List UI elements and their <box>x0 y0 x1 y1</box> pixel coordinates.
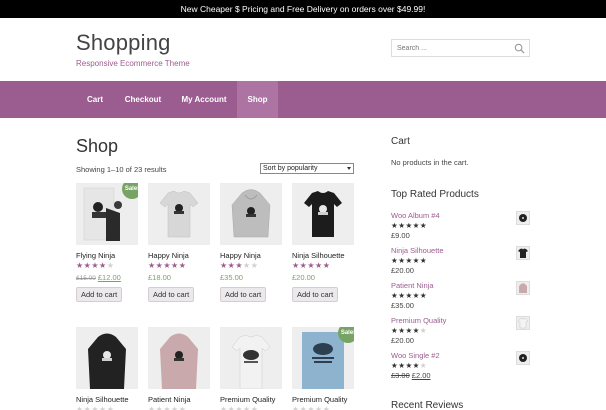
top-rated-item[interactable]: Patient Ninja ★★★★★ £35.00 <box>391 281 530 311</box>
star-rating: ★★★★★ <box>220 261 259 270</box>
search-box[interactable] <box>391 39 530 57</box>
star-rating: ★★★★★ <box>292 261 331 270</box>
product-card[interactable]: Premium Quality ★★★★★ <box>220 327 282 410</box>
tshirt-image <box>304 191 342 237</box>
result-count: Showing 1–10 of 23 results <box>76 165 167 174</box>
top-rated-item[interactable]: Woo Single #2 ★★★★★ £3.00 £2.00 <box>391 351 530 381</box>
add-to-cart-button[interactable]: Add to cart <box>220 287 267 302</box>
product-card[interactable]: Ninja Silhouette ★★★★★ <box>76 327 138 410</box>
search-input[interactable] <box>392 40 510 56</box>
top-rated-price: £20.00 <box>391 336 414 345</box>
product-price: £18.00 <box>148 273 171 282</box>
top-rated-item[interactable]: Woo Album #4 ★★★★★ £9.00 <box>391 211 530 241</box>
product-image[interactable] <box>76 327 138 389</box>
product-card[interactable]: Patient Ninja ★★★★★ <box>148 327 210 410</box>
top-rated-price: £3.00 £2.00 <box>391 371 431 380</box>
search-icon[interactable] <box>514 43 525 54</box>
star-rating: ★★★★★ <box>391 291 428 300</box>
star-rating: ★★★★★ <box>391 361 428 370</box>
hoodie-image <box>231 189 271 238</box>
top-rated-name[interactable]: Woo Single #2 <box>391 351 530 360</box>
sort-select[interactable]: Sort by popularity <box>260 163 354 174</box>
star-rating: ★★★★★ <box>220 405 259 410</box>
tshirt-thumbnail[interactable] <box>516 246 530 260</box>
top-rated-name[interactable]: Ninja Silhouette <box>391 246 530 255</box>
product-name[interactable]: Premium Quality <box>220 395 282 404</box>
chevron-down-icon <box>347 167 351 170</box>
star-rating: ★★★★★ <box>391 326 428 335</box>
add-to-cart-button[interactable]: Add to cart <box>76 287 123 302</box>
product-image[interactable]: Sale! <box>292 327 354 389</box>
product-name[interactable]: Ninja Silhouette <box>76 395 138 404</box>
sort-selected-value: Sort by popularity <box>263 165 318 172</box>
nav-item-checkout[interactable]: Checkout <box>116 81 170 118</box>
top-rated-item[interactable]: Ninja Silhouette ★★★★★ £20.00 <box>391 246 530 276</box>
product-name[interactable]: Happy Ninja <box>148 251 210 260</box>
star-rating: ★★★★★ <box>76 261 115 270</box>
site-branding[interactable]: Shopping Responsive Ecommerce Theme <box>76 30 190 68</box>
product-card[interactable]: Happy Ninja ★★★★★ £35.00 Add to cart <box>220 183 282 302</box>
star-rating: ★★★★★ <box>292 405 331 410</box>
product-price: £20.00 <box>292 273 315 282</box>
nav-item-cart[interactable]: Cart <box>76 81 114 118</box>
product-price: £15.00 £12.00 <box>76 273 121 282</box>
cart-empty-message: No products in the cart. <box>391 158 469 167</box>
tshirt-thumbnail[interactable] <box>516 316 530 330</box>
announcement-bar: New Cheaper $ Pricing and Free Delivery … <box>0 0 606 18</box>
product-image[interactable] <box>220 183 282 245</box>
product-price: £35.00 <box>220 273 243 282</box>
album-thumbnail[interactable] <box>516 211 530 225</box>
hoodie-image <box>88 333 126 389</box>
top-rated-title: Top Rated Products <box>391 189 479 200</box>
star-rating: ★★★★★ <box>148 261 187 270</box>
product-image[interactable] <box>148 327 210 389</box>
star-rating: ★★★★★ <box>148 405 187 410</box>
site-tagline: Responsive Ecommerce Theme <box>76 59 190 68</box>
star-rating: ★★★★★ <box>391 221 428 230</box>
top-rated-price: £9.00 <box>391 231 410 240</box>
star-rating: ★★★★★ <box>76 405 115 410</box>
tshirt-image <box>231 334 271 389</box>
hoodie-image <box>160 333 198 389</box>
page-title: Shop <box>76 136 119 156</box>
hoodie-thumbnail[interactable] <box>516 281 530 295</box>
product-name[interactable]: Happy Ninja <box>220 251 282 260</box>
top-rated-name[interactable]: Premium Quality <box>391 316 530 325</box>
add-to-cart-button[interactable]: Add to cart <box>292 287 339 302</box>
nav-item-my-account[interactable]: My Account <box>172 81 236 118</box>
product-name[interactable]: Premium Quality <box>292 395 354 404</box>
top-rated-price: £20.00 <box>391 266 414 275</box>
top-rated-item[interactable]: Premium Quality ★★★★★ £20.00 <box>391 316 530 346</box>
product-image[interactable] <box>148 183 210 245</box>
product-card[interactable]: Happy Ninja ★★★★★ £18.00 Add to cart <box>148 183 210 302</box>
product-image[interactable] <box>220 327 282 389</box>
top-rated-price: £35.00 <box>391 301 414 310</box>
top-rated-name[interactable]: Patient Ninja <box>391 281 530 290</box>
site-title[interactable]: Shopping <box>76 30 190 56</box>
nav-item-shop[interactable]: Shop <box>237 81 278 118</box>
product-card[interactable]: Sale! Premium Quality ★★★★★ <box>292 327 354 410</box>
album-thumbnail[interactable] <box>516 351 530 365</box>
top-rated-name[interactable]: Woo Album #4 <box>391 211 530 220</box>
product-name[interactable]: Flying Ninja <box>76 251 138 260</box>
product-card[interactable]: Sale! Flying Ninja ★★★★★ £15.00 £12.00 Ad… <box>76 183 138 302</box>
cart-widget-title: Cart <box>391 136 410 147</box>
tshirt-image <box>159 190 199 238</box>
product-image[interactable]: Sale! <box>76 183 138 245</box>
product-image[interactable] <box>292 183 354 245</box>
product-name[interactable]: Patient Ninja <box>148 395 210 404</box>
product-card[interactable]: Ninja Silhouette ★★★★★ £20.00 Add to car… <box>292 183 354 302</box>
main-navigation: Cart Checkout My Account Shop <box>0 81 606 118</box>
add-to-cart-button[interactable]: Add to cart <box>148 287 195 302</box>
product-name[interactable]: Ninja Silhouette <box>292 251 354 260</box>
recent-reviews-title: Recent Reviews <box>391 400 464 410</box>
star-rating: ★★★★★ <box>391 256 428 265</box>
